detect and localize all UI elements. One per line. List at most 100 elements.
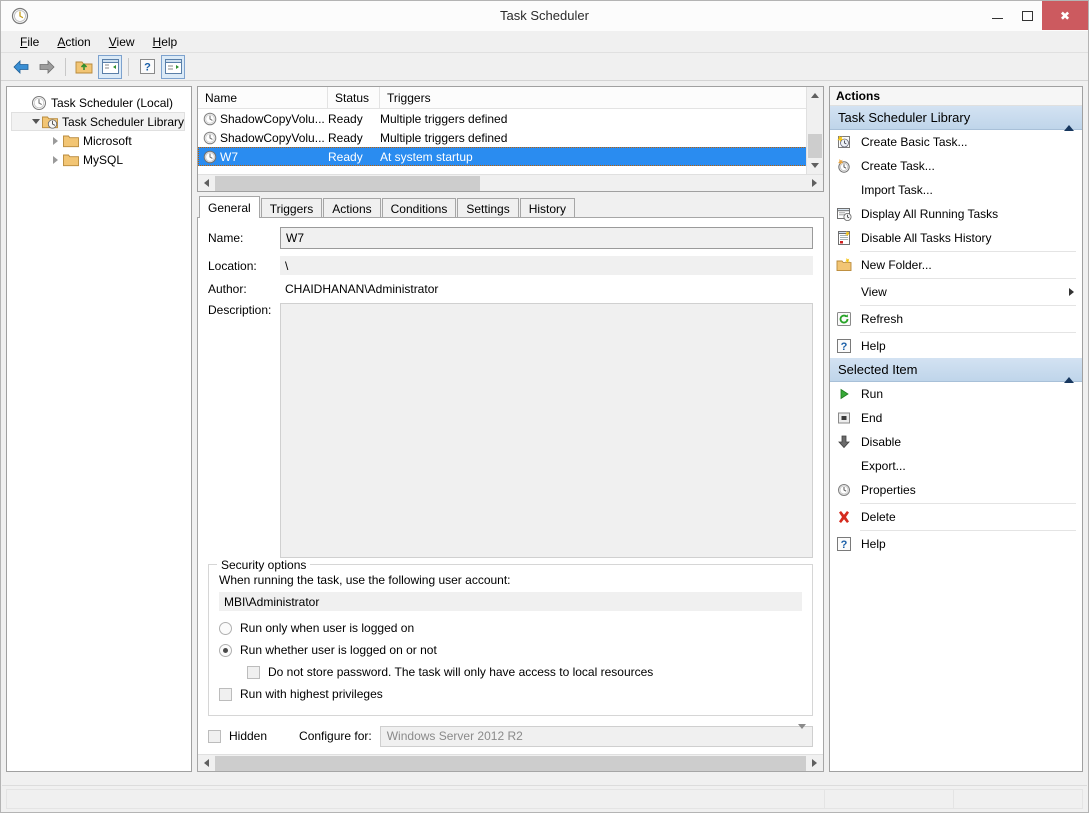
tab-history[interactable]: History [519, 198, 576, 218]
table-row[interactable]: W7 Ready At system startup [198, 147, 823, 166]
table-row[interactable]: ShadowCopyVolu... Ready Multiple trigger… [198, 109, 823, 128]
name-input[interactable]: W7 [280, 227, 813, 249]
close-button[interactable]: ✖ [1042, 1, 1088, 30]
action-disable[interactable]: Disable [830, 430, 1082, 454]
tab-triggers[interactable]: Triggers [260, 198, 323, 218]
action-help[interactable]: ? Help [830, 334, 1082, 358]
checkbox-hidden[interactable] [208, 729, 221, 743]
scroll-right-button[interactable] [806, 175, 823, 192]
show-hide-action-pane-icon[interactable] [161, 54, 185, 79]
scroll-left-button[interactable] [198, 175, 215, 192]
radio-run-only-when-logged-on[interactable] [219, 621, 232, 635]
configure-for-select[interactable]: Windows Server 2012 R2 [379, 724, 813, 747]
menu-action[interactable]: Action [48, 33, 99, 51]
tree-item-microsoft[interactable]: Microsoft [11, 131, 187, 150]
tree-item-mysql[interactable]: MySQL [11, 150, 187, 169]
up-folder-icon[interactable] [72, 55, 96, 79]
task-status-cell: Ready [328, 130, 363, 145]
tree-item-label: Microsoft [83, 133, 132, 148]
tab-general[interactable]: General [199, 196, 260, 218]
svg-text:?: ? [841, 341, 848, 353]
minimize-button[interactable] [982, 1, 1012, 30]
section-header-task-scheduler-library[interactable]: Task Scheduler Library [830, 106, 1082, 131]
chevron-up-icon[interactable] [1064, 110, 1074, 131]
scroll-right-button[interactable] [806, 755, 823, 772]
task-list-horizontal-scrollbar[interactable] [198, 174, 823, 191]
scroll-down-button[interactable] [807, 157, 823, 174]
radio-run-whether-logged-on-or-not[interactable] [219, 643, 232, 657]
menu-file[interactable]: File [11, 33, 48, 51]
scroll-up-button[interactable] [807, 87, 823, 104]
divider [860, 305, 1076, 306]
action-view[interactable]: View [830, 280, 1082, 304]
action-delete[interactable]: Delete [830, 505, 1082, 529]
checkbox-run-highest-privileges-row[interactable]: Run with highest privileges [219, 683, 802, 705]
forward-icon[interactable] [35, 55, 59, 79]
checkbox-do-not-store-password[interactable] [247, 665, 260, 679]
action-help-selected[interactable]: ? Help [830, 532, 1082, 556]
action-properties[interactable]: Properties [830, 478, 1082, 502]
action-label: Delete [861, 510, 896, 524]
description-textarea[interactable] [280, 303, 813, 558]
status-bar-pane-3 [953, 789, 1083, 809]
table-row[interactable]: ShadowCopyVolu... Ready Multiple trigger… [198, 128, 823, 147]
tab-actions[interactable]: Actions [323, 198, 381, 218]
action-label: Run [861, 387, 884, 401]
back-icon[interactable] [9, 55, 33, 79]
expander-right-icon[interactable] [49, 135, 61, 147]
tree-item-task-scheduler-library[interactable]: Task Scheduler Library [11, 112, 185, 131]
expander-down-icon[interactable] [32, 116, 40, 128]
maximize-button[interactable] [1012, 1, 1042, 30]
radio-label: Run only when user is logged on [240, 621, 415, 635]
task-name-text: W7 [220, 149, 238, 164]
tab-settings[interactable]: Settings [457, 198, 519, 218]
delete-icon [836, 509, 852, 525]
detail-horizontal-scrollbar[interactable] [198, 754, 823, 771]
expander-right-icon[interactable] [49, 154, 61, 166]
action-import-task[interactable]: Import Task... [830, 178, 1082, 202]
action-end[interactable]: End [830, 406, 1082, 430]
submenu-arrow-icon [1069, 288, 1074, 296]
tab-conditions[interactable]: Conditions [381, 198, 457, 218]
show-hide-console-tree-icon[interactable] [98, 54, 122, 79]
menu-help[interactable]: Help [144, 33, 187, 51]
section-header-selected-item[interactable]: Selected Item [830, 358, 1082, 383]
task-triggers-cell: At system startup [380, 149, 473, 164]
task-list-vertical-scrollbar[interactable] [806, 87, 823, 174]
scroll-left-button[interactable] [198, 755, 215, 772]
tree-item-task-scheduler-local[interactable]: Task Scheduler (Local) [11, 93, 187, 112]
action-new-folder[interactable]: New Folder... [830, 253, 1082, 277]
author-label: Author: [208, 282, 247, 296]
tree-item-label: Task Scheduler Library [62, 114, 185, 129]
action-run[interactable]: Run [830, 382, 1082, 406]
folder-icon [63, 133, 79, 149]
scroll-track[interactable] [215, 755, 806, 772]
chevron-up-icon[interactable] [1064, 362, 1074, 383]
radio-run-whether-logged-on-row[interactable]: Run whether user is logged on or not [219, 639, 802, 661]
task-status-cell: Ready [328, 111, 363, 126]
checkbox-run-with-highest-privileges[interactable] [219, 687, 232, 701]
scroll-thumb[interactable] [215, 175, 480, 191]
menu-view[interactable]: View [100, 33, 144, 51]
action-refresh[interactable]: Refresh [830, 307, 1082, 331]
action-display-all-running-tasks[interactable]: Display All Running Tasks [830, 202, 1082, 226]
checkbox-label: Do not store password. The task will onl… [268, 665, 654, 679]
action-export[interactable]: Export... [830, 454, 1082, 478]
action-create-task[interactable]: Create Task... [830, 154, 1082, 178]
column-header-status[interactable]: Status [328, 87, 380, 108]
help-icon: ? [836, 536, 852, 552]
action-label: End [861, 411, 883, 425]
task-status-cell: Ready [328, 149, 363, 164]
radio-run-only-when-logged-on-row[interactable]: Run only when user is logged on [219, 617, 802, 639]
action-create-basic-task[interactable]: Create Basic Task... [830, 130, 1082, 154]
scroll-thumb[interactable] [215, 755, 806, 771]
scroll-thumb[interactable] [808, 134, 822, 158]
task-name-text: ShadowCopyVolu... [220, 130, 325, 145]
column-header-triggers[interactable]: Triggers [380, 87, 823, 108]
checkbox-do-not-store-password-row[interactable]: Do not store password. The task will onl… [219, 661, 802, 683]
column-header-name[interactable]: Name [198, 87, 328, 108]
general-tab-panel: Name: W7 Location: \ Author: CHAIDHANAN\… [197, 217, 824, 772]
action-disable-all-tasks-history[interactable]: Disable All Tasks History [830, 226, 1082, 250]
scroll-track[interactable] [215, 175, 806, 192]
help-icon[interactable]: ? [135, 55, 159, 79]
